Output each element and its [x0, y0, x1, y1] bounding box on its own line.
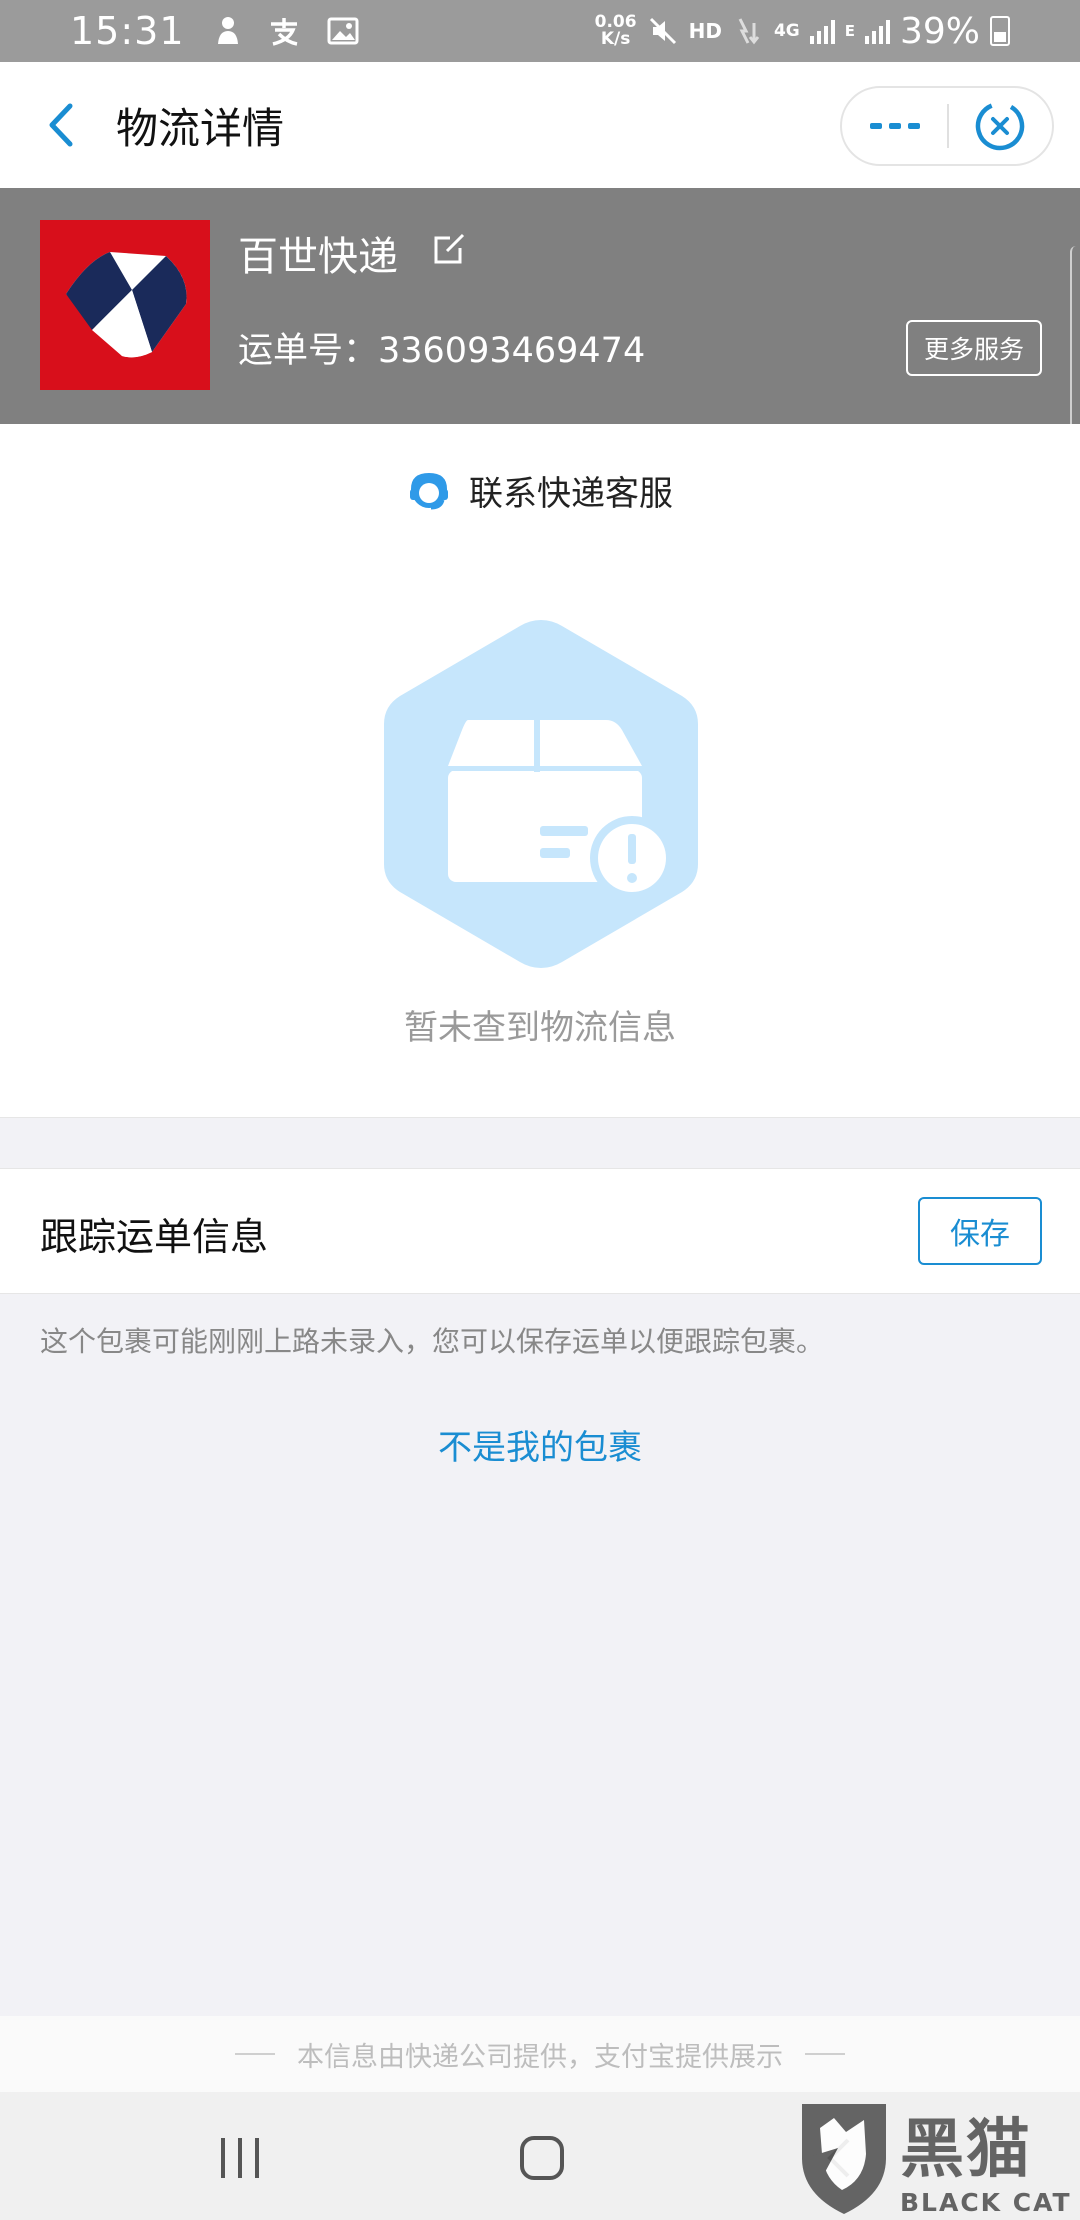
cat-shield-logo-icon: [802, 2104, 886, 2214]
network-4g: 4G: [773, 21, 800, 41]
footer-line-left: [235, 2053, 275, 2055]
header: 物流详情: [0, 62, 1080, 188]
signal-icon-2: [864, 18, 890, 44]
data-transfer-icon: [738, 18, 760, 45]
more-button[interactable]: [842, 88, 947, 164]
close-circle-icon: [976, 101, 1025, 151]
empty-package-icon: [384, 620, 698, 968]
watermark-cn: 黑猫: [900, 2113, 1032, 2187]
footer-line-right: [805, 2053, 845, 2055]
courier-logo: [40, 220, 210, 390]
save-button[interactable]: 保存: [918, 1197, 1042, 1265]
hd-indicator: HD: [688, 19, 722, 43]
best-express-logo-icon: [40, 220, 210, 390]
more-dots-icon: [869, 123, 920, 129]
footer-note: 本信息由快递公司提供，支付宝提供展示: [0, 2016, 1080, 2092]
customer-service-icon: [410, 472, 448, 509]
mini-app-capsule: [840, 86, 1054, 166]
page-title: 物流详情: [116, 104, 285, 153]
status-bar: 15:31 0.06 K/s HD 4G E 39%: [0, 0, 1080, 62]
not-my-package-link[interactable]: 不是我的包裹: [0, 1420, 1080, 1469]
home-icon: [520, 2136, 564, 2180]
recent-apps-icon: [221, 2138, 259, 2178]
battery-icon: [990, 16, 1010, 46]
person-icon: [217, 17, 238, 44]
image-icon: [327, 17, 359, 45]
battery-percent: 39%: [899, 10, 980, 52]
black-cat-watermark: 黑猫 BLACK CAT: [790, 2098, 1080, 2220]
back-button[interactable]: [38, 100, 88, 150]
recent-apps-button[interactable]: [210, 2128, 270, 2188]
mute-icon: [649, 17, 676, 45]
chevron-left-icon: [49, 103, 73, 147]
close-button[interactable]: [949, 88, 1052, 164]
contact-service-link[interactable]: 联系快递客服: [0, 466, 1080, 515]
more-services-button[interactable]: 更多服务: [906, 320, 1042, 376]
contact-service-label: 联系快递客服: [469, 474, 673, 514]
track-waybill-title: 跟踪运单信息: [40, 1215, 269, 1259]
watermark-en: BLACK CAT: [900, 2188, 1072, 2217]
status-time: 15:31: [70, 9, 185, 53]
waybill-number: 运单号：336093469474: [238, 331, 646, 371]
net-speed: 0.06 K/s: [594, 12, 637, 49]
footer-note-text: 本信息由快递公司提供，支付宝提供展示: [297, 2041, 783, 2073]
signal-icon: [809, 18, 835, 44]
edit-name-button[interactable]: [432, 230, 468, 266]
home-button[interactable]: [512, 2128, 572, 2188]
alipay-icon: [270, 18, 297, 46]
network-e: E: [844, 22, 855, 40]
empty-state-text: 暂未查到物流信息: [404, 1008, 676, 1048]
tracking-hint: 这个包裹可能刚刚上路未录入，您可以保存运单以便跟踪包裹。: [40, 1325, 825, 1358]
courier-card: 百世快递 运单号：336093469474 更多服务: [0, 188, 1080, 424]
edit-icon: [434, 233, 465, 264]
track-waybill-row: 跟踪运单信息 保存: [0, 1168, 1080, 1294]
logistics-main: 联系快递客服 暂未查到物流信息: [0, 424, 1080, 1118]
courier-name: 百世快递: [238, 234, 398, 280]
